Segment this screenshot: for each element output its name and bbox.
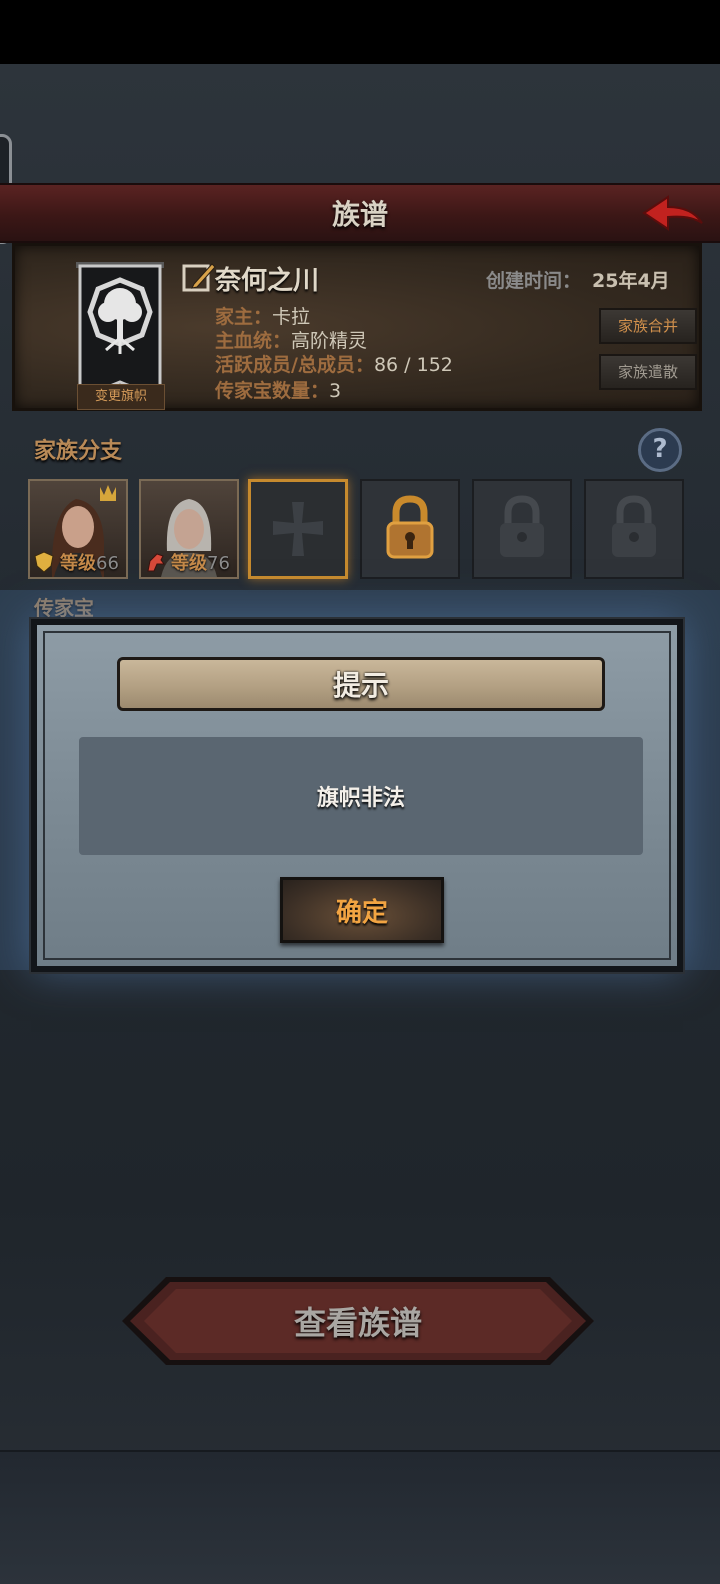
cross-add-icon (273, 502, 323, 556)
dialog-message: 旗帜非法 (316, 786, 405, 811)
created-value: 25年4月 (592, 270, 670, 292)
lock-gold-icon (386, 495, 434, 559)
members-value: 86 / 152 (373, 354, 453, 376)
created-label: 创建时间： (486, 270, 582, 292)
members-row: 活跃成员/总成员：86 / 152 (215, 350, 453, 377)
bloodline-row: 主血统：高阶精灵 (215, 326, 367, 353)
heirloom-label: 传家宝数量： (215, 380, 330, 402)
leader-value: 卡拉 (272, 306, 311, 328)
horse-icon (147, 553, 165, 572)
branch-member-2[interactable]: 等级76 (139, 479, 239, 579)
back-arrow-icon[interactable] (640, 193, 706, 237)
family-name: 奈何之川 (215, 266, 320, 296)
level-prefix: 等级 (60, 553, 96, 574)
family-info-panel: 变更旗帜 奈何之川 创建时间： 25年4月 家主：卡拉 主血统：高阶精灵 活跃成… (12, 243, 702, 411)
member-level: 等级66 (60, 549, 119, 575)
level-value: 66 (96, 553, 119, 574)
change-banner-button[interactable]: 变更旗帜 (77, 384, 165, 410)
dialog-body: 旗帜非法 (79, 737, 643, 855)
family-merge-button[interactable]: 家族合并 (599, 308, 697, 344)
help-icon[interactable]: ? (638, 428, 682, 472)
lock-icon (612, 495, 656, 557)
branch-slot-unlockable[interactable] (360, 479, 460, 579)
member-level: 等级76 (171, 549, 230, 575)
bottom-strip (0, 1450, 720, 1584)
heirloom-value: 3 (329, 380, 342, 402)
level-value: 76 (207, 553, 230, 574)
branch-slot-add[interactable] (248, 479, 348, 579)
view-family-tree-button[interactable]: 查看族谱 (120, 1275, 596, 1367)
bloodline-value: 高阶精灵 (291, 330, 368, 352)
heirloom-row: 传家宝数量：3 (215, 376, 341, 403)
lock-icon (500, 495, 544, 557)
members-label: 活跃成员/总成员： (215, 354, 374, 376)
shield-icon (34, 551, 54, 573)
level-prefix: 等级 (171, 553, 207, 574)
dialog-title: 提示 (332, 669, 389, 702)
branches-title: 家族分支 (34, 439, 123, 464)
edit-name-icon[interactable] (182, 260, 216, 294)
confirm-label: 确定 (335, 897, 388, 928)
title-bar: 族谱 (0, 183, 720, 243)
confirm-button[interactable]: 确定 (280, 877, 444, 943)
dialog-header: 提示 (117, 657, 605, 711)
leader-label: 家主： (215, 306, 273, 328)
family-disband-button[interactable]: 家族遣散 (599, 354, 697, 390)
bloodline-label: 主血统： (215, 330, 292, 352)
branch-slot-locked (472, 479, 572, 579)
page-title: 族谱 (331, 198, 388, 231)
alert-dialog: 提示 旗帜非法 确定 (29, 617, 685, 974)
branch-member-1[interactable]: 等级66 (28, 479, 128, 579)
view-family-tree-label: 查看族谱 (293, 1304, 422, 1342)
branch-slot-locked (584, 479, 684, 579)
leader-row: 家主：卡拉 (215, 302, 310, 329)
status-bar (0, 0, 720, 64)
